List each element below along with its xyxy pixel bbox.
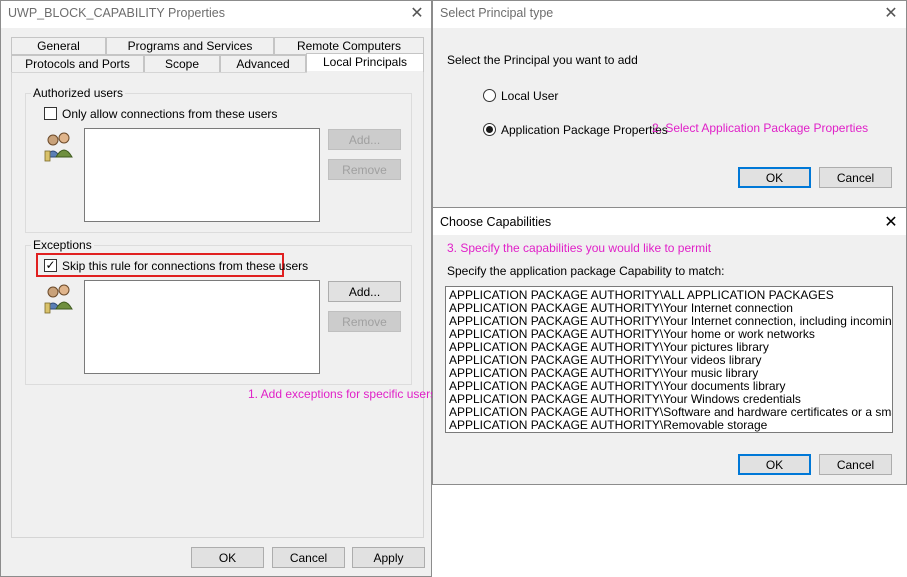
app-package-label[interactable]: Application Package Properties xyxy=(501,123,668,137)
tab-local-principals[interactable]: Local Principals xyxy=(306,53,424,73)
tab-programs-and-services[interactable]: Programs and Services xyxy=(106,37,274,55)
close-icon[interactable]: ✕ xyxy=(406,3,428,25)
authorized-remove-button[interactable]: Remove xyxy=(328,159,401,180)
users-icon xyxy=(43,281,77,315)
close-icon[interactable]: ✕ xyxy=(880,212,902,234)
properties-titlebar: UWP_BLOCK_CAPABILITY Properties ✕ xyxy=(1,1,431,28)
principal-cancel-button[interactable]: Cancel xyxy=(819,167,892,188)
principal-ok-button[interactable]: OK xyxy=(738,167,811,188)
local-user-radio[interactable] xyxy=(483,89,496,102)
authorized-users-list[interactable] xyxy=(84,128,320,222)
capabilities-cancel-button[interactable]: Cancel xyxy=(819,454,892,475)
capabilities-title: Choose Capabilities xyxy=(440,215,552,229)
exceptions-label: Exceptions xyxy=(31,238,94,252)
principal-titlebar: Select Principal type ✕ xyxy=(433,1,906,28)
exceptions-remove-button[interactable]: Remove xyxy=(328,311,401,332)
principal-title: Select Principal type xyxy=(440,6,554,20)
annotation-2: 2. Select Application Package Properties xyxy=(652,121,869,135)
users-icon xyxy=(43,129,77,163)
cancel-button[interactable]: Cancel xyxy=(272,547,345,568)
capabilities-ok-button[interactable]: OK xyxy=(738,454,811,475)
skip-rule-label[interactable]: Skip this rule for connections from thes… xyxy=(62,259,308,273)
list-item[interactable]: APPLICATION PACKAGE AUTHORITY\Removable … xyxy=(449,419,767,432)
authorized-users-label: Authorized users xyxy=(31,86,126,100)
principal-prompt: Select the Principal you want to add xyxy=(447,53,638,67)
only-allow-label[interactable]: Only allow connections from these users xyxy=(62,107,277,121)
local-user-label[interactable]: Local User xyxy=(501,89,558,103)
annotation-1: 1. Add exceptions for specific users xyxy=(248,387,437,401)
selected-tab-join xyxy=(307,71,423,74)
checkmark-icon: ✓ xyxy=(45,258,56,272)
tab-general[interactable]: General xyxy=(11,37,106,55)
close-icon[interactable]: ✕ xyxy=(880,3,902,25)
app-package-radio[interactable] xyxy=(483,123,496,136)
tab-scope[interactable]: Scope xyxy=(144,55,220,73)
skip-rule-checkbox[interactable]: ✓ xyxy=(44,258,57,272)
authorized-add-button[interactable]: Add... xyxy=(328,129,401,150)
apply-button[interactable]: Apply xyxy=(352,547,425,568)
capabilities-window: Choose Capabilities ✕ 3. Specify the cap… xyxy=(432,207,907,485)
capabilities-titlebar: Choose Capabilities ✕ xyxy=(433,208,906,235)
properties-title: UWP_BLOCK_CAPABILITY Properties xyxy=(8,6,225,20)
capabilities-prompt: Specify the application package Capabili… xyxy=(447,264,725,278)
annotation-3: 3. Specify the capabilities you would li… xyxy=(447,241,712,255)
radio-selected-dot xyxy=(486,126,493,133)
tab-protocols-and-ports[interactable]: Protocols and Ports xyxy=(11,55,144,73)
only-allow-checkbox[interactable] xyxy=(44,107,57,120)
capabilities-list[interactable]: APPLICATION PACKAGE AUTHORITY\ALL APPLIC… xyxy=(445,286,893,433)
exceptions-add-button[interactable]: Add... xyxy=(328,281,401,302)
properties-window: UWP_BLOCK_CAPABILITY Properties ✕ Genera… xyxy=(0,0,436,577)
exceptions-list[interactable] xyxy=(84,280,320,374)
ok-button[interactable]: OK xyxy=(191,547,264,568)
tab-advanced[interactable]: Advanced xyxy=(220,55,306,73)
principal-window: Select Principal type ✕ Select the Princ… xyxy=(432,0,907,210)
